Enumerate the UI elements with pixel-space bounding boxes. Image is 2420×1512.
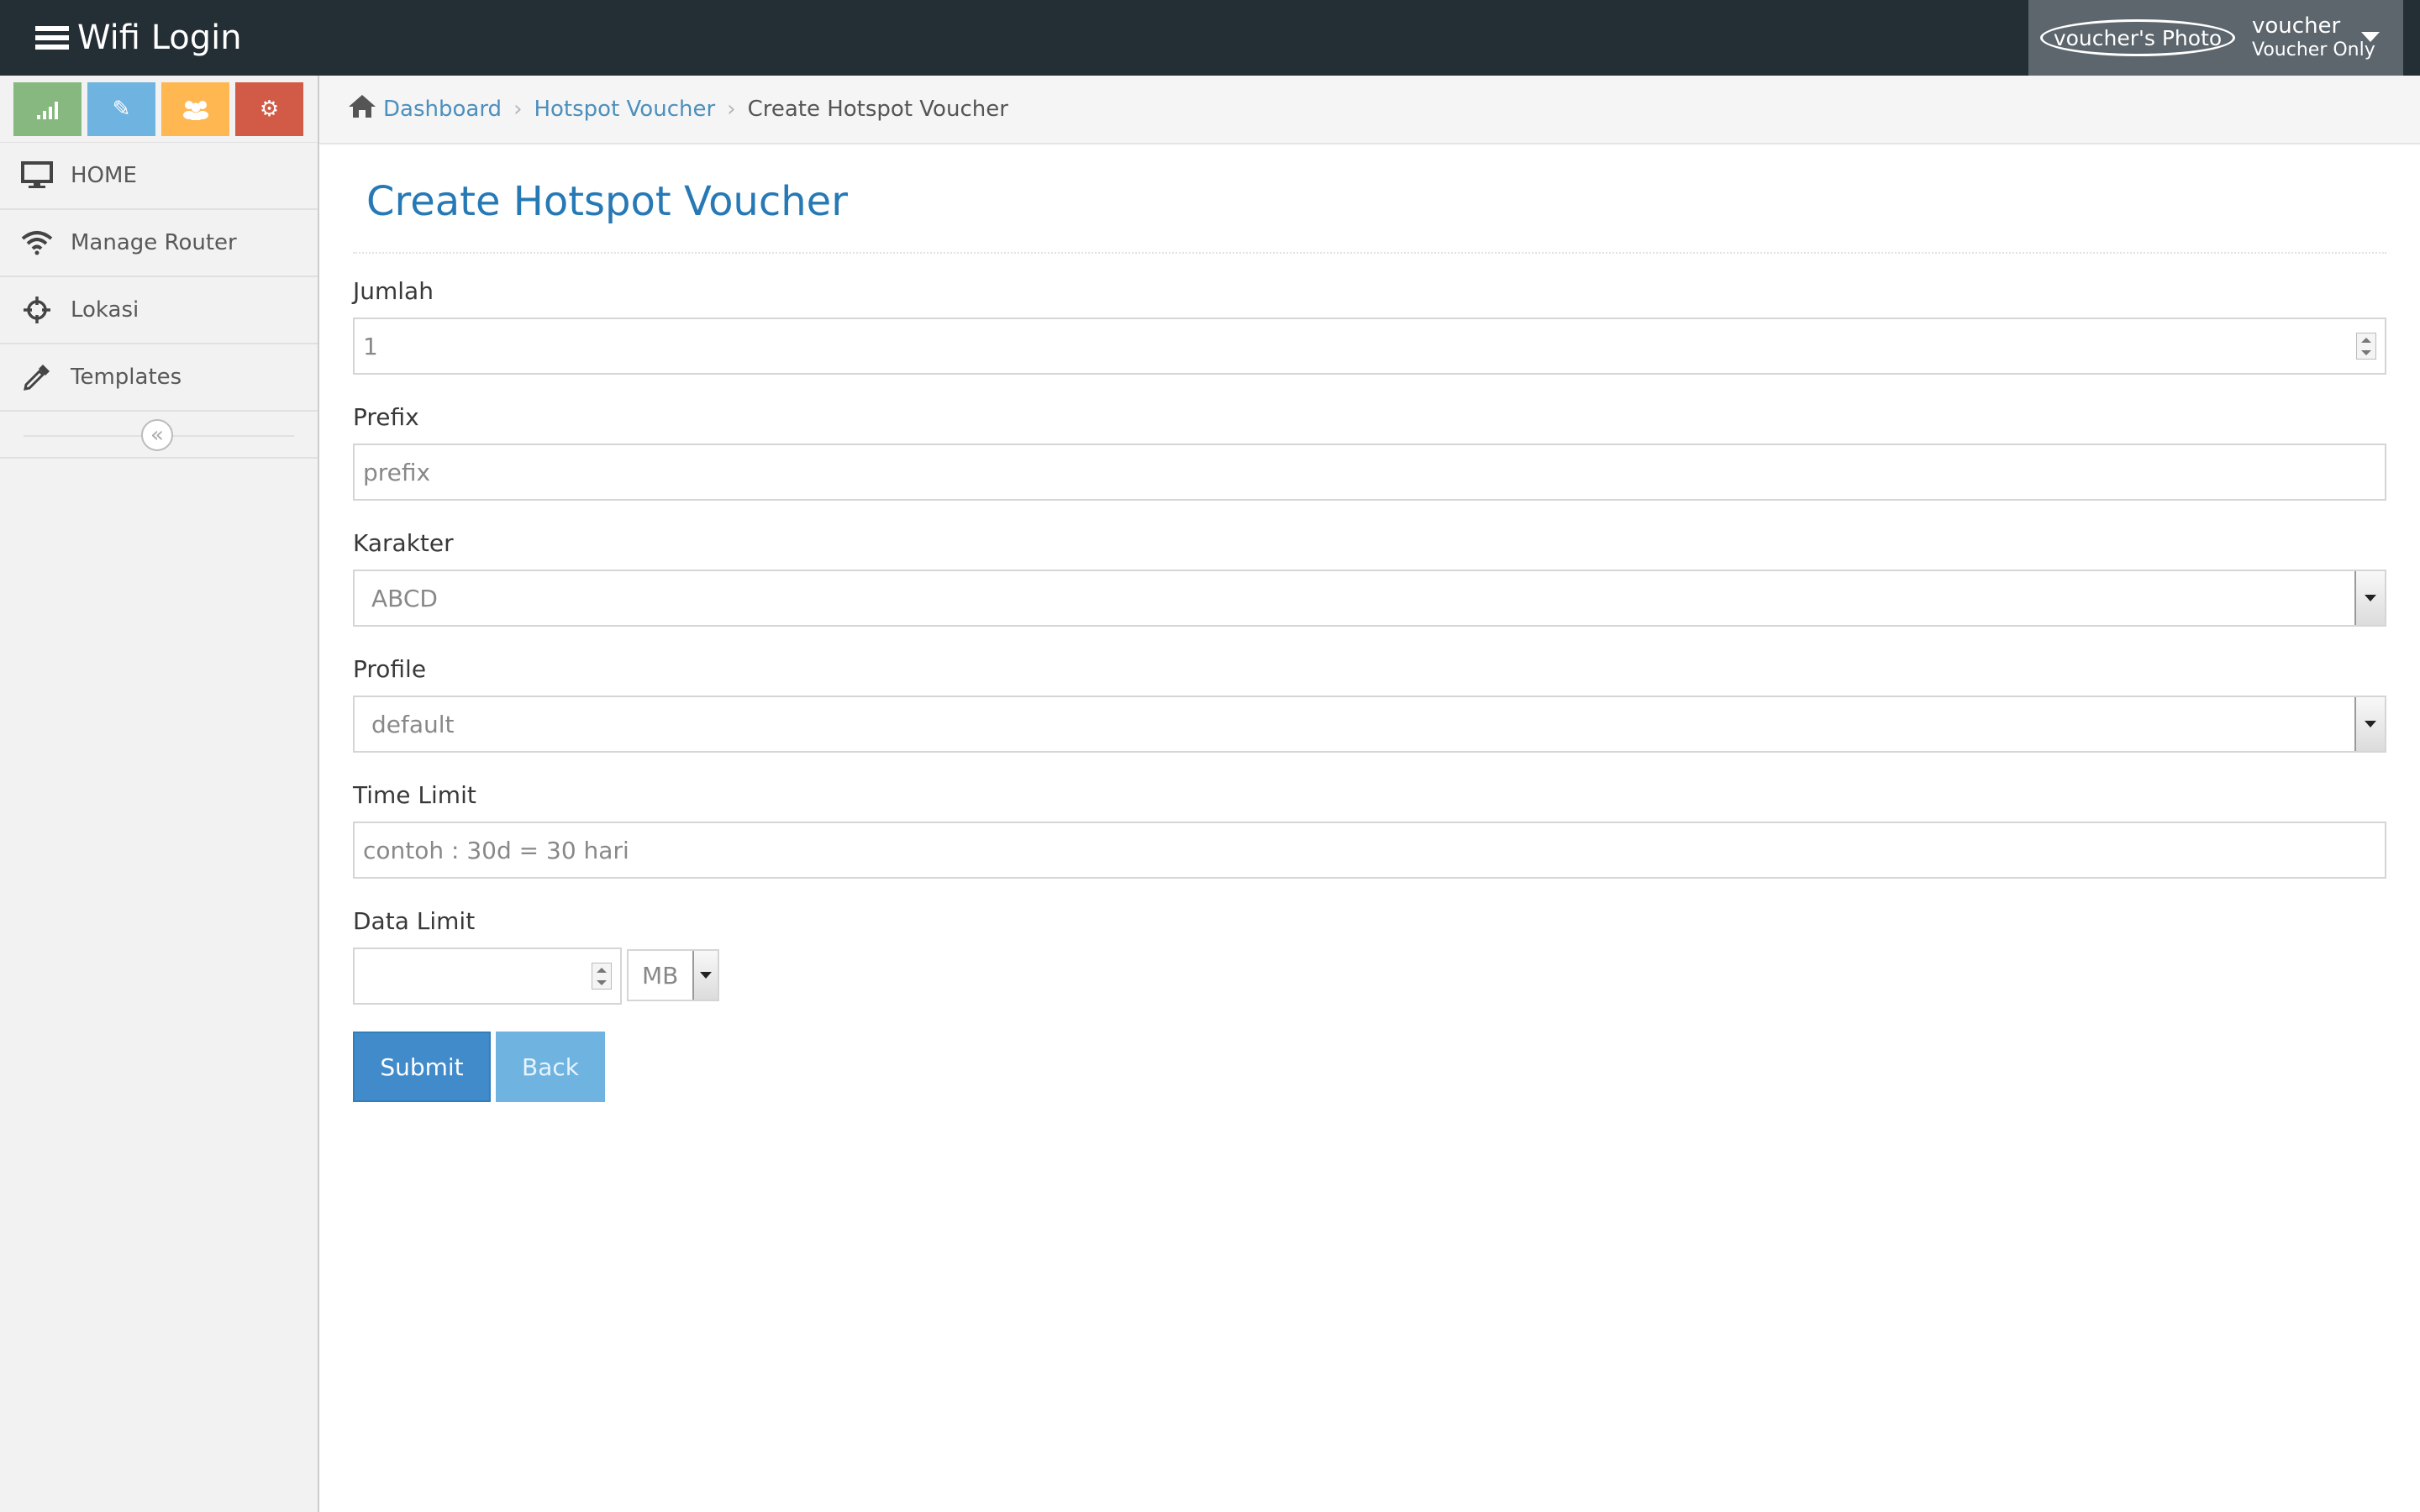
breadcrumb-hotspot-voucher-link[interactable]: Hotspot Voucher [534,97,715,122]
profile-label: Profile [353,655,427,683]
breadcrumb: Dashboard › Hotspot Voucher › Create Hot… [319,76,2420,144]
spin-up-icon[interactable] [2361,337,2371,343]
profile-selected: default [371,710,455,738]
time-limit-placeholder: contoh : 30d = 30 hari [363,836,629,864]
breadcrumb-dashboard-link[interactable]: Dashboard [383,97,502,122]
back-button[interactable]: Back [496,1032,605,1102]
profile-dropdown-button[interactable] [2354,697,2385,751]
shortcut-users-button[interactable] [161,82,229,136]
jumlah-label: Jumlah [353,277,434,305]
karakter-selected: ABCD [371,584,438,612]
caret-down-icon[interactable] [2361,32,2380,42]
spin-up-icon[interactable] [597,967,607,973]
data-limit-stepper[interactable] [592,963,612,990]
wifi-icon [20,226,54,260]
breadcrumb-current: Create Hotspot Voucher [747,97,1008,122]
spin-down-icon[interactable] [2361,349,2371,355]
navbar: Wifi Login voucher's Photo voucher Vouch… [0,0,2420,76]
shortcut-pencil-button[interactable]: ✎ [87,82,155,136]
signal-icon [36,102,58,119]
chevron-right-icon: › [727,97,736,122]
crosshairs-icon [20,293,54,327]
prefix-input[interactable]: prefix [353,444,2386,501]
time-limit-input[interactable]: contoh : 30d = 30 hari [353,822,2386,879]
caret-down-icon [2365,721,2376,727]
sidebar-item-manage-router[interactable]: Manage Router [0,210,318,277]
karakter-label: Karakter [353,529,454,557]
jumlah-input[interactable]: 1 [353,318,2386,375]
user-info: voucher Voucher Only [2252,13,2375,61]
eyedropper-icon [20,360,54,394]
page-title: Create Hotspot Voucher [366,178,848,225]
users-icon [182,101,208,120]
chevron-right-icon: › [513,97,523,122]
shortcut-signal-button[interactable] [13,82,82,136]
user-role: Voucher Only [2252,39,2375,61]
user-avatar: voucher's Photo [2040,19,2235,56]
caret-down-icon [2365,595,2376,601]
data-limit-label: Data Limit [353,907,476,935]
user-menu[interactable]: voucher's Photo voucher Voucher Only [2028,0,2403,76]
caret-down-icon [700,972,712,979]
data-limit-input[interactable] [353,948,622,1005]
karakter-select[interactable]: ABCD [353,570,2386,627]
desktop-icon [20,159,54,192]
page-header: Create Hotspot Voucher [353,168,2386,254]
spin-down-icon[interactable] [597,979,607,985]
prefix-placeholder: prefix [363,458,431,486]
sidebar: ✎ ⚙ HOME Manage Router Lokasi Templates [0,76,319,1512]
brand[interactable]: Wifi Login [35,0,242,76]
double-chevron-left-icon: « [150,423,164,448]
sidebar-item-templates[interactable]: Templates [0,344,318,412]
shortcut-cogs-button[interactable]: ⚙ [235,82,303,136]
sidebar-item-label: Lokasi [71,297,139,323]
sidebar-item-label: Manage Router [71,230,237,255]
profile-select[interactable]: default [353,696,2386,753]
sidebar-item-label: HOME [71,163,137,188]
sidebar-item-home[interactable]: HOME [0,143,318,210]
jumlah-value: 1 [363,332,378,360]
prefix-label: Prefix [353,403,419,431]
collapse-sidebar-button[interactable]: « [141,419,173,451]
data-limit-unit: MB [642,961,679,990]
pencil-icon: ✎ [112,97,131,122]
submit-button[interactable]: Submit [353,1032,491,1102]
home-icon [348,92,376,126]
cogs-icon: ⚙ [259,97,280,122]
time-limit-label: Time Limit [353,781,476,809]
data-limit-unit-select[interactable]: MB [627,949,719,1001]
sidebar-item-label: Templates [71,365,182,390]
sidebar-collapse: « [0,412,318,459]
karakter-dropdown-button[interactable] [2354,571,2385,625]
sidebar-item-lokasi[interactable]: Lokasi [0,277,318,344]
sidebar-shortcuts: ✎ ⚙ [0,76,318,143]
user-name: voucher [2252,13,2341,39]
jumlah-stepper[interactable] [2356,333,2376,360]
list-icon [35,21,69,55]
brand-title: Wifi Login [77,18,242,57]
unit-dropdown-button[interactable] [692,951,718,1000]
